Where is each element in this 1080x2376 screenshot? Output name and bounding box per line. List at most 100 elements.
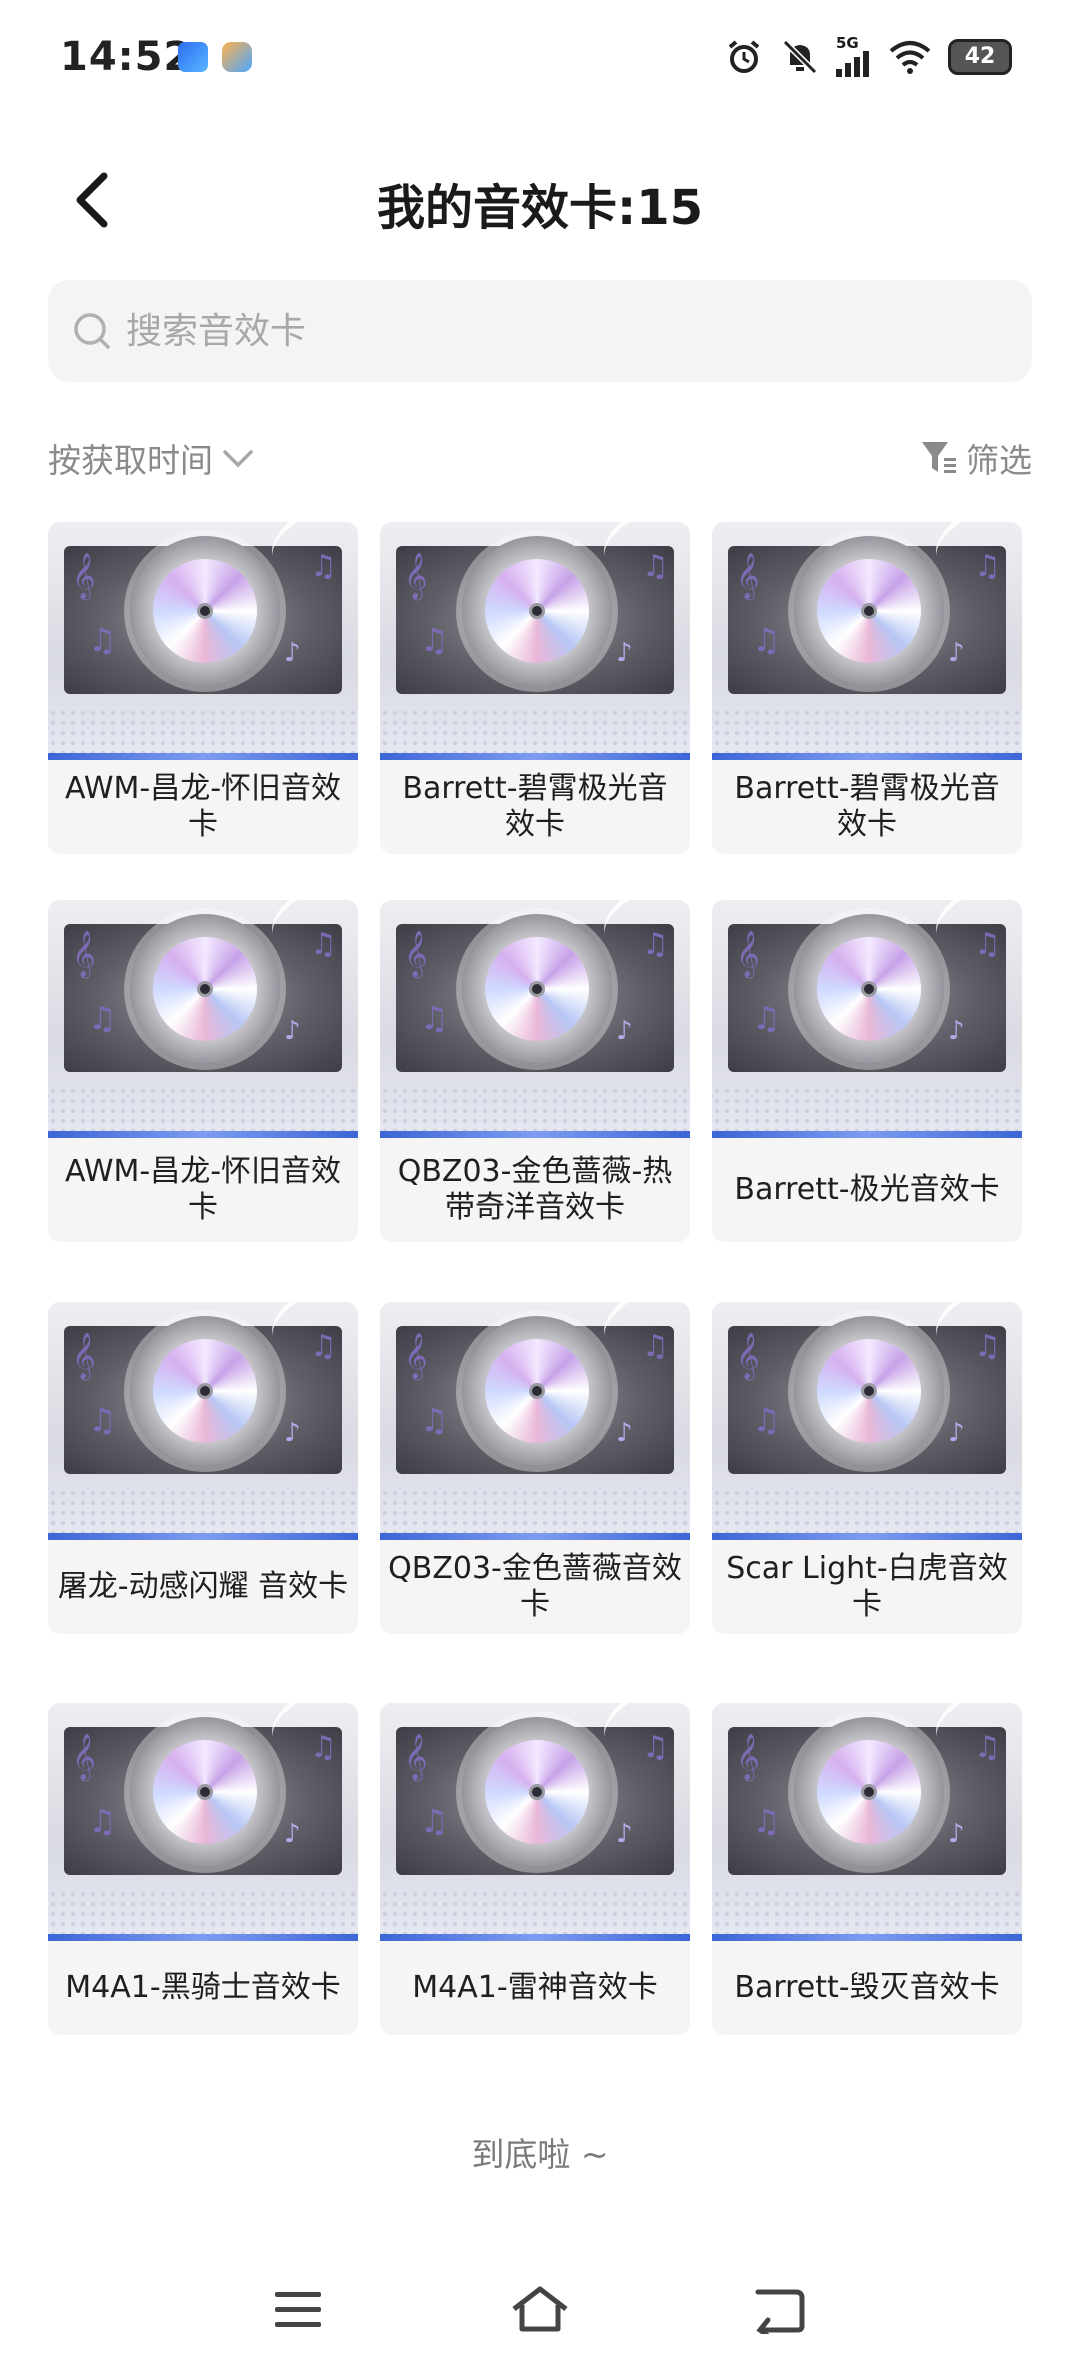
- sound-card-thumbnail: 𝄞 ♫ ♫ ♪: [380, 1302, 690, 1540]
- music-note-icon: ♪: [284, 1016, 301, 1046]
- music-note-icon: ♫: [974, 1329, 1001, 1364]
- sound-card-thumbnail: 𝄞 ♫ ♫ ♪: [48, 1302, 358, 1540]
- menu-icon: [275, 2292, 321, 2327]
- page-title: 我的音效卡:15: [377, 180, 703, 236]
- app-notification-icon-2: [222, 42, 252, 72]
- alarm-icon: [728, 39, 760, 73]
- music-note-icon: ♫: [752, 1802, 781, 1840]
- network-type: 5G: [836, 34, 859, 52]
- music-note-icon: ♪: [948, 1418, 965, 1448]
- sound-card-thumbnail: 𝄞 ♫ ♫ ♪: [48, 1703, 358, 1941]
- music-note-icon: 𝄞: [736, 1734, 760, 1780]
- sound-card[interactable]: 𝄞 ♫ ♫ ♪ Barrett-毁灭音效卡: [712, 1703, 1022, 2035]
- sound-card-thumbnail: 𝄞 ♫ ♫ ♪: [380, 900, 690, 1138]
- music-note-icon: 𝄞: [404, 1333, 428, 1379]
- music-note-icon: ♪: [284, 638, 301, 668]
- sound-card[interactable]: 𝄞 ♫ ♫ ♪ M4A1-黑骑士音效卡: [48, 1703, 358, 2035]
- sound-card[interactable]: 𝄞 ♫ ♫ ♪ Barrett-极光音效卡: [712, 900, 1022, 1242]
- music-note-icon: 𝄞: [72, 553, 96, 599]
- music-note-icon: ♪: [616, 1418, 633, 1448]
- sound-card[interactable]: 𝄞 ♫ ♫ ♪ Barrett-碧霄极光音效卡: [380, 522, 690, 854]
- signal-indicator: 5G: [836, 36, 872, 77]
- music-note-icon: ♫: [974, 1730, 1001, 1765]
- status-app-icons: [178, 42, 252, 72]
- music-note-icon: ♫: [642, 549, 669, 584]
- music-note-icon: ♪: [948, 1016, 965, 1046]
- sound-card-label: QBZ03-金色蔷薇音效卡: [388, 1551, 682, 1622]
- music-note-icon: 𝄞: [404, 553, 428, 599]
- music-note-icon: ♫: [752, 1401, 781, 1439]
- sound-card-thumbnail: 𝄞 ♫ ♫ ♪: [712, 1302, 1022, 1540]
- sort-label: 按获取时间: [48, 441, 213, 480]
- music-note-icon: ♫: [88, 999, 117, 1037]
- sound-card[interactable]: 𝄞 ♫ ♫ ♪ AWM-昌龙-怀旧音效卡: [48, 522, 358, 854]
- filter-button[interactable]: 筛选: [920, 434, 1032, 482]
- sound-card[interactable]: 𝄞 ♫ ♫ ♪ M4A1-雷神音效卡: [380, 1703, 690, 2035]
- menu-button[interactable]: [258, 2270, 338, 2350]
- sort-filter-row: 按获取时间 筛选: [48, 430, 1032, 486]
- search-icon: [74, 313, 110, 349]
- back-nav-button[interactable]: [740, 2270, 820, 2350]
- sound-card[interactable]: 𝄞 ♫ ♫ ♪ Scar Light-白虎音效卡: [712, 1302, 1022, 1634]
- sound-card-thumbnail: 𝄞 ♫ ♫ ♪: [380, 1703, 690, 1941]
- music-note-icon: ♫: [642, 927, 669, 962]
- sound-card-label: Scar Light-白虎音效卡: [726, 1551, 1008, 1622]
- signal-icon: [836, 51, 869, 77]
- sound-card-label: Barrett-毁灭音效卡: [734, 1970, 1000, 2005]
- music-note-icon: ♫: [974, 549, 1001, 584]
- sound-card[interactable]: 𝄞 ♫ ♫ ♪ 屠龙-动感闪耀 音效卡: [48, 1302, 358, 1634]
- music-note-icon: ♫: [420, 999, 449, 1037]
- battery-level: 42: [964, 44, 996, 69]
- music-note-icon: 𝄞: [404, 1734, 428, 1780]
- music-note-icon: ♫: [88, 1802, 117, 1840]
- music-note-icon: ♫: [420, 1401, 449, 1439]
- music-note-icon: ♫: [310, 927, 337, 962]
- home-button[interactable]: [500, 2270, 580, 2350]
- music-note-icon: 𝄞: [72, 1333, 96, 1379]
- music-note-icon: 𝄞: [736, 1333, 760, 1379]
- music-note-icon: 𝄞: [404, 931, 428, 977]
- music-note-icon: ♫: [420, 621, 449, 659]
- music-note-icon: 𝄞: [736, 553, 760, 599]
- music-note-icon: ♪: [284, 1418, 301, 1448]
- music-note-icon: 𝄞: [736, 931, 760, 977]
- music-note-icon: 𝄞: [72, 1734, 96, 1780]
- status-time: 14:52: [60, 34, 193, 80]
- music-note-icon: ♪: [948, 1819, 965, 1849]
- search-bar[interactable]: [48, 280, 1032, 382]
- status-bar: 14:52 5G 42: [0, 0, 1080, 120]
- sound-card[interactable]: 𝄞 ♫ ♫ ♪ QBZ03-金色蔷薇音效卡: [380, 1302, 690, 1634]
- sound-card-thumbnail: 𝄞 ♫ ♫ ♪: [48, 900, 358, 1138]
- sound-card-thumbnail: 𝄞 ♫ ♫ ♪: [48, 522, 358, 760]
- sound-card-label: Barrett-碧霄极光音效卡: [734, 771, 1000, 842]
- music-note-icon: ♫: [974, 927, 1001, 962]
- battery-icon: 42: [948, 38, 1012, 75]
- music-note-icon: ♪: [948, 638, 965, 668]
- sound-card-label: Barrett-碧霄极光音效卡: [402, 771, 668, 842]
- music-note-icon: ♫: [88, 621, 117, 659]
- music-note-icon: ♫: [752, 999, 781, 1037]
- music-note-icon: ♫: [420, 1802, 449, 1840]
- sound-card-label: M4A1-黑骑士音效卡: [65, 1970, 341, 2005]
- music-note-icon: ♫: [642, 1329, 669, 1364]
- music-note-icon: ♫: [642, 1730, 669, 1765]
- sound-card-thumbnail: 𝄞 ♫ ♫ ♪: [712, 522, 1022, 760]
- sound-card[interactable]: 𝄞 ♫ ♫ ♪ Barrett-碧霄极光音效卡: [712, 522, 1022, 854]
- sort-dropdown[interactable]: 按获取时间: [48, 434, 255, 482]
- sound-card[interactable]: 𝄞 ♫ ♫ ♪ AWM-昌龙-怀旧音效卡: [48, 900, 358, 1242]
- music-note-icon: ♪: [284, 1819, 301, 1849]
- music-note-icon: ♫: [310, 1329, 337, 1364]
- sound-card-label: M4A1-雷神音效卡: [412, 1970, 658, 2005]
- system-nav-bar: [0, 2260, 1080, 2360]
- back-icon: [755, 2289, 805, 2334]
- end-of-list-text: 到底啦 ~: [471, 2135, 609, 2174]
- music-note-icon: ♫: [310, 1730, 337, 1765]
- sound-card[interactable]: 𝄞 ♫ ♫ ♪ QBZ03-金色蔷薇-热带奇洋音效卡: [380, 900, 690, 1242]
- music-note-icon: ♫: [310, 549, 337, 584]
- sound-card-label: Barrett-极光音效卡: [734, 1172, 1000, 1207]
- sound-card-thumbnail: 𝄞 ♫ ♫ ♪: [380, 522, 690, 760]
- music-note-icon: ♪: [616, 1819, 633, 1849]
- music-note-icon: ♪: [616, 638, 633, 668]
- search-input[interactable]: [126, 310, 986, 352]
- sound-card-thumbnail: 𝄞 ♫ ♫ ♪: [712, 1703, 1022, 1941]
